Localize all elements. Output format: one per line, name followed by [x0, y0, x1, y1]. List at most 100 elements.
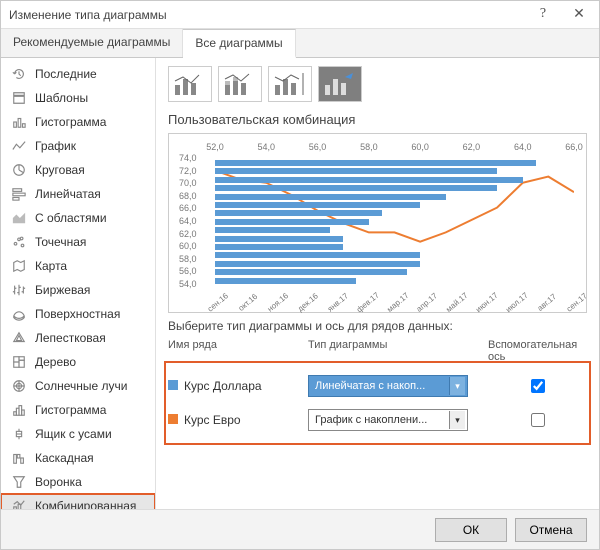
- x-bot-tick: фев.17: [354, 291, 380, 315]
- recent-icon: [11, 66, 27, 82]
- combo-subtype-2[interactable]: [218, 66, 262, 102]
- sidebar-item-template[interactable]: Шаблоны: [1, 86, 155, 110]
- sidebar-item-waterfall[interactable]: Каскадная: [1, 446, 155, 470]
- bar: [215, 160, 536, 166]
- tab-recommended[interactable]: Рекомендуемые диаграммы: [1, 29, 183, 57]
- x-top-tick: 58,0: [360, 142, 378, 152]
- bar: [215, 261, 420, 267]
- y-tick: 74,0: [179, 153, 197, 163]
- y-tick: 60,0: [179, 241, 197, 251]
- help-icon[interactable]: ?: [531, 6, 555, 23]
- sidebar-item-radar[interactable]: Лепестковая: [1, 326, 155, 350]
- x-bot-tick: дек.16: [296, 291, 320, 313]
- sidebar-item-area[interactable]: С областями: [1, 206, 155, 230]
- sidebar-item-scatter[interactable]: Точечная: [1, 230, 155, 254]
- bar: [215, 185, 497, 191]
- x-bot-tick: мар.17: [385, 291, 410, 314]
- series-type-combo-1[interactable]: График с накоплени...▾: [308, 409, 468, 431]
- series-table: Имя ряда Тип диаграммы Вспомогательная о…: [168, 337, 587, 441]
- x-top-tick: 52,0: [206, 142, 224, 152]
- sidebar-item-sunburst[interactable]: Солнечные лучи: [1, 374, 155, 398]
- series-row-euro: Курс Евро График с накоплени...▾: [168, 403, 587, 437]
- y-tick: 58,0: [179, 254, 197, 264]
- bar-icon: [11, 114, 27, 130]
- col-series-axis: Вспомогательная ось: [488, 339, 588, 363]
- x-bot-tick: сен.17: [565, 291, 589, 313]
- dialog-footer: ОК Отмена: [1, 509, 599, 549]
- combo-subtype-3[interactable]: [268, 66, 312, 102]
- x-top-tick: 60,0: [411, 142, 429, 152]
- close-icon[interactable]: ✕: [567, 6, 591, 23]
- content-pane: Пользовательская комбинация 74,072,070,0…: [156, 58, 599, 509]
- surface-icon: [11, 306, 27, 322]
- ok-button[interactable]: ОК: [435, 518, 507, 542]
- y-tick: 56,0: [179, 266, 197, 276]
- bar: [215, 227, 330, 233]
- bar: [215, 168, 497, 174]
- chart-preview: 74,072,070,068,066,064,062,060,058,056,0…: [168, 133, 587, 313]
- funnel-icon: [11, 474, 27, 490]
- x-bot-tick: апр.17: [415, 291, 439, 314]
- series-name-0: Курс Доллара: [184, 379, 262, 393]
- sidebar-item-line[interactable]: График: [1, 134, 155, 158]
- y-tick: 64,0: [179, 216, 197, 226]
- series-type-combo-0[interactable]: Линейчатая с накоп...▾: [308, 375, 468, 397]
- scatter-icon: [11, 234, 27, 250]
- y-tick: 62,0: [179, 229, 197, 239]
- y-tick: 68,0: [179, 191, 197, 201]
- x-bot-tick: окт.16: [237, 292, 260, 313]
- x-top-tick: 66,0: [565, 142, 583, 152]
- col-series-name: Имя ряда: [168, 339, 308, 363]
- pie-icon: [11, 162, 27, 178]
- combo-subtype-custom[interactable]: [318, 66, 362, 102]
- sidebar-item-histogram[interactable]: Гистограмма: [1, 398, 155, 422]
- x-top-tick: 64,0: [514, 142, 532, 152]
- chart-category-sidebar: ПоследниеШаблоныГистограммаГрафикКругова…: [1, 58, 156, 509]
- sidebar-item-combo[interactable]: Комбинированная: [1, 494, 155, 509]
- radar-icon: [11, 330, 27, 346]
- area-icon: [11, 210, 27, 226]
- tab-all[interactable]: Все диаграммы: [183, 29, 295, 58]
- bar: [215, 236, 343, 242]
- secondary-axis-checkbox-0[interactable]: [531, 379, 545, 393]
- line-icon: [11, 138, 27, 154]
- boxplot-icon: [11, 426, 27, 442]
- col-series-type: Тип диаграммы: [308, 339, 488, 363]
- x-bot-tick: май.17: [445, 291, 470, 314]
- sidebar-item-map[interactable]: Карта: [1, 254, 155, 278]
- y-tick: 72,0: [179, 166, 197, 176]
- secondary-axis-checkbox-1[interactable]: [531, 413, 545, 427]
- tabstrip: Рекомендуемые диаграммы Все диаграммы: [1, 29, 599, 58]
- x-top-tick: 62,0: [463, 142, 481, 152]
- bar: [215, 269, 407, 275]
- dialog-title: Изменение типа диаграммы: [9, 8, 531, 22]
- x-bot-tick: июл.17: [504, 291, 530, 315]
- x-bot-tick: янв.17: [325, 291, 349, 313]
- y-tick: 66,0: [179, 203, 197, 213]
- combo-subtype-row: [168, 66, 587, 102]
- x-bot-tick: авг.17: [536, 292, 558, 313]
- sidebar-item-stock[interactable]: Биржевая: [1, 278, 155, 302]
- series-row-dollar: Курс Доллара Линейчатая с накоп...▾: [168, 369, 587, 403]
- sidebar-item-recent[interactable]: Последние: [1, 62, 155, 86]
- histogram-icon: [11, 402, 27, 418]
- sidebar-item-boxplot[interactable]: Ящик с усами: [1, 422, 155, 446]
- sidebar-item-tree[interactable]: Дерево: [1, 350, 155, 374]
- subtype-title: Пользовательская комбинация: [168, 112, 587, 127]
- change-chart-type-dialog: Изменение типа диаграммы ? ✕ Рекомендуем…: [0, 0, 600, 550]
- combo-subtype-1[interactable]: [168, 66, 212, 102]
- sidebar-item-pie[interactable]: Круговая: [1, 158, 155, 182]
- sidebar-item-hbar[interactable]: Линейчатая: [1, 182, 155, 206]
- chevron-down-icon: ▾: [449, 411, 465, 429]
- y-tick: 54,0: [179, 279, 197, 289]
- x-top-tick: 54,0: [258, 142, 276, 152]
- sidebar-item-surface[interactable]: Поверхностная: [1, 302, 155, 326]
- sidebar-item-bar[interactable]: Гистограмма: [1, 110, 155, 134]
- bar: [215, 278, 356, 284]
- template-icon: [11, 90, 27, 106]
- hbar-icon: [11, 186, 27, 202]
- bar: [215, 219, 369, 225]
- cancel-button[interactable]: Отмена: [515, 518, 587, 542]
- waterfall-icon: [11, 450, 27, 466]
- sidebar-item-funnel[interactable]: Воронка: [1, 470, 155, 494]
